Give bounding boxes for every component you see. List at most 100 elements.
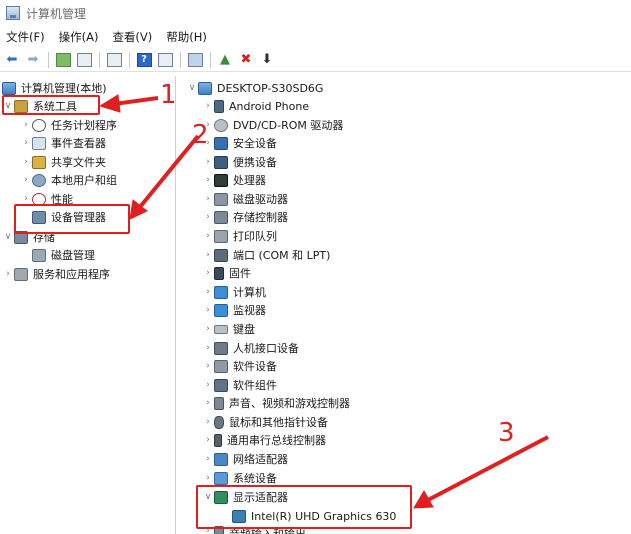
tree-item-task-scheduler[interactable]: › 任务计划程序 [20, 116, 117, 134]
phone-icon [214, 99, 224, 113]
chevron-right-icon[interactable]: › [202, 305, 214, 315]
forward-arrow-icon[interactable]: ➡ [23, 50, 43, 70]
printer-icon [214, 229, 228, 243]
chevron-right-icon[interactable]: › [202, 343, 214, 353]
usb-icon [214, 433, 222, 447]
device-category-usb[interactable]: › 通用串行总线控制器 [202, 431, 326, 449]
chevron-right-icon[interactable]: › [202, 454, 214, 464]
storage-controller-icon [214, 210, 228, 224]
device-tree-root[interactable]: ∨ DESKTOP-S30SD6G [186, 79, 323, 97]
update-driver-icon[interactable]: ▲ [215, 50, 235, 70]
device-category-firmware[interactable]: › 固件 [202, 264, 251, 282]
device-category-dvd-rom[interactable]: › DVD/CD-ROM 驱动器 [202, 116, 343, 134]
menu-action[interactable]: 操作(A) [59, 29, 99, 45]
window-title: 计算机管理 [26, 6, 87, 21]
device-category-keyboards[interactable]: › 键盘 [202, 320, 255, 338]
device-category-hid[interactable]: › 人机接口设备 [202, 339, 299, 357]
security-device-icon [214, 136, 228, 150]
toolbar: ⬅ ➡ ? ▲ ✖ ⬇ [0, 48, 631, 72]
download-circle-icon[interactable]: ⬇ [257, 50, 277, 70]
chevron-right-icon[interactable]: › [202, 231, 214, 241]
device-category-android-phone[interactable]: › Android Phone [202, 97, 309, 115]
chevron-right-icon[interactable]: › [202, 417, 214, 427]
device-category-monitors[interactable]: › 监视器 [202, 301, 266, 319]
device-category-software-components[interactable]: › 软件组件 [202, 376, 277, 394]
step-number-2: 2 [192, 120, 209, 150]
show-tree-icon[interactable] [74, 50, 94, 70]
tree-item-disk-management[interactable]: 磁盘管理 [32, 246, 95, 264]
chevron-right-icon[interactable]: › [202, 380, 214, 390]
chevron-right-icon[interactable]: › [202, 287, 214, 297]
action-pane-icon[interactable] [155, 50, 175, 70]
step-number-1: 1 [160, 80, 177, 110]
device-category-mice[interactable]: › 鼠标和其他指针设备 [202, 413, 328, 431]
device-category-storage-controllers[interactable]: › 存储控制器 [202, 208, 288, 226]
scan-hardware-icon[interactable] [185, 50, 205, 70]
network-adapter-icon [214, 452, 228, 466]
help-icon[interactable]: ? [134, 50, 154, 70]
computer-management-icon [6, 6, 20, 20]
toolbar-separator [210, 51, 211, 68]
speaker-icon [214, 396, 224, 410]
chevron-right-icon[interactable]: › [202, 175, 214, 185]
device-category-disk-drives[interactable]: › 磁盘驱动器 [202, 190, 288, 208]
device-category-software-devices[interactable]: › 软件设备 [202, 357, 277, 375]
device-category-print-queues[interactable]: › 打印队列 [202, 227, 277, 245]
event-log-icon [32, 136, 46, 150]
chevron-right-icon[interactable]: › [202, 194, 214, 204]
uninstall-x-icon[interactable]: ✖ [236, 50, 256, 70]
chevron-down-icon[interactable]: ∨ [2, 232, 14, 242]
highlight-system-tools [2, 95, 100, 115]
chevron-right-icon[interactable]: › [20, 175, 32, 185]
portable-device-icon [214, 155, 228, 169]
tree-item-services-apps[interactable]: › 服务和应用程序 [2, 265, 110, 283]
back-arrow-icon[interactable]: ⬅ [2, 50, 22, 70]
device-tree-pane: ∨ DESKTOP-S30SD6G › Android Phone › DVD/… [180, 76, 631, 534]
chevron-right-icon[interactable]: › [20, 138, 32, 148]
chevron-right-icon[interactable]: › [202, 435, 214, 445]
computer-icon [214, 285, 228, 299]
chevron-right-icon[interactable]: › [2, 269, 14, 279]
device-category-network[interactable]: › 网络适配器 [202, 450, 288, 468]
monitor-icon [214, 303, 228, 317]
device-category-computer[interactable]: › 计算机 [202, 283, 266, 301]
device-category-portable[interactable]: › 便携设备 [202, 153, 277, 171]
chevron-right-icon[interactable]: › [202, 101, 214, 111]
menu-view[interactable]: 查看(V) [112, 29, 152, 45]
users-icon [32, 173, 46, 187]
console-tree-pane: 计算机管理(本地) ∨ 系统工具 › 任务计划程序 › 事件查看器 › 共享文件… [0, 76, 176, 534]
processor-icon [214, 173, 228, 187]
chevron-right-icon[interactable]: › [20, 120, 32, 130]
chevron-down-icon[interactable]: ∨ [186, 83, 198, 93]
chevron-right-icon[interactable]: › [202, 250, 214, 260]
software-component-icon [214, 378, 228, 392]
shared-folder-icon [32, 155, 46, 169]
device-category-processor[interactable]: › 处理器 [202, 171, 266, 189]
tree-item-event-viewer[interactable]: › 事件查看器 [20, 134, 106, 152]
port-icon [214, 248, 228, 262]
chevron-right-icon[interactable]: › [202, 324, 214, 334]
up-folder-icon[interactable] [53, 50, 73, 70]
menu-file[interactable]: 文件(F) [6, 29, 45, 45]
chevron-right-icon[interactable]: › [202, 157, 214, 167]
services-icon [14, 267, 28, 281]
device-category-sound[interactable]: › 声音、视频和游戏控制器 [202, 394, 350, 412]
highlight-display-adapters [196, 485, 412, 529]
computer-icon [198, 81, 212, 95]
chevron-right-icon[interactable]: › [20, 157, 32, 167]
properties-icon[interactable] [104, 50, 124, 70]
menu-help[interactable]: 帮助(H) [166, 29, 207, 45]
chevron-right-icon[interactable]: › [202, 398, 214, 408]
chevron-right-icon[interactable]: › [202, 212, 214, 222]
chevron-right-icon[interactable]: › [202, 268, 214, 278]
computer-management-icon [2, 81, 16, 95]
system-device-icon [214, 471, 228, 485]
chevron-right-icon[interactable]: › [202, 361, 214, 371]
chevron-right-icon[interactable]: › [202, 473, 214, 483]
tree-item-local-users[interactable]: › 本地用户和组 [20, 171, 117, 189]
chevron-right-icon[interactable]: › [20, 194, 32, 204]
tree-item-shared-folders[interactable]: › 共享文件夹 [20, 153, 106, 171]
device-category-ports[interactable]: › 端口 (COM 和 LPT) [202, 246, 330, 264]
highlight-device-manager [14, 204, 130, 234]
device-category-security[interactable]: › 安全设备 [202, 134, 277, 152]
